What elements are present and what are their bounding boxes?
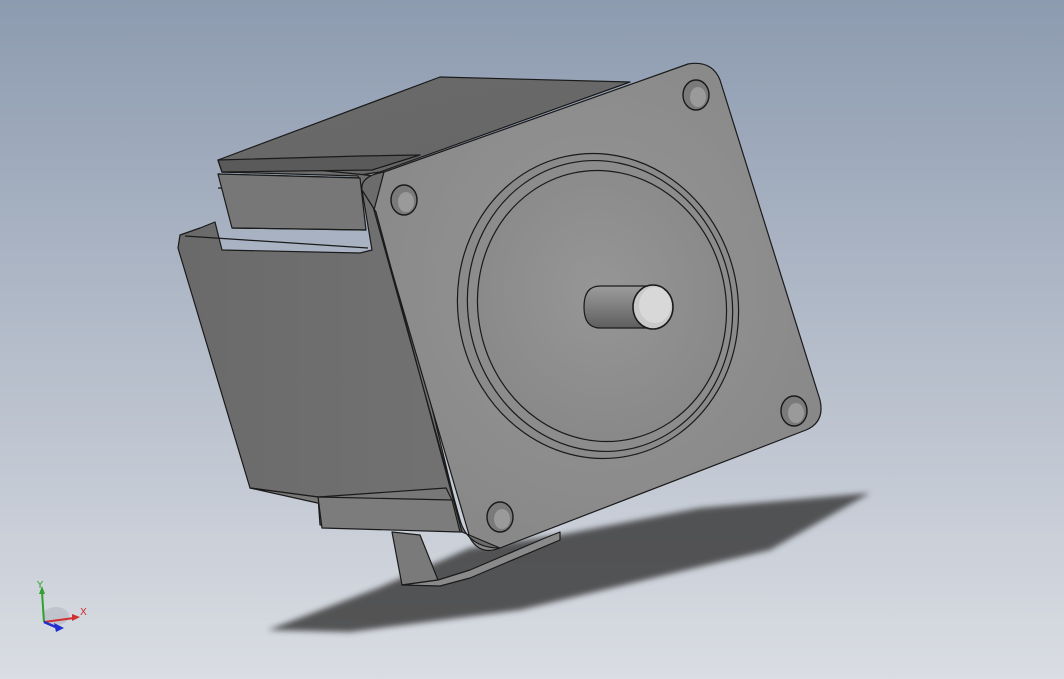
triad-x-arrow <box>72 614 80 621</box>
mounting-hole-top-right-inner <box>690 87 706 107</box>
mounting-hole-bottom-left-inner <box>494 509 510 529</box>
model-scene[interactable] <box>0 0 1064 679</box>
triad-y-label: Y <box>36 580 44 591</box>
orientation-triad[interactable]: Y X <box>28 578 92 638</box>
triad-y-axis <box>41 591 45 623</box>
motor-groove-fill <box>217 173 367 231</box>
mounting-hole-top-left-inner <box>398 192 414 212</box>
motor-shaft-end-highlight <box>639 287 671 323</box>
motor-lower-groove-2 <box>317 496 461 533</box>
triad-x-label: X <box>80 607 87 618</box>
3d-viewport[interactable]: Y X <box>0 0 1064 679</box>
mounting-hole-bottom-right-inner <box>788 403 804 423</box>
